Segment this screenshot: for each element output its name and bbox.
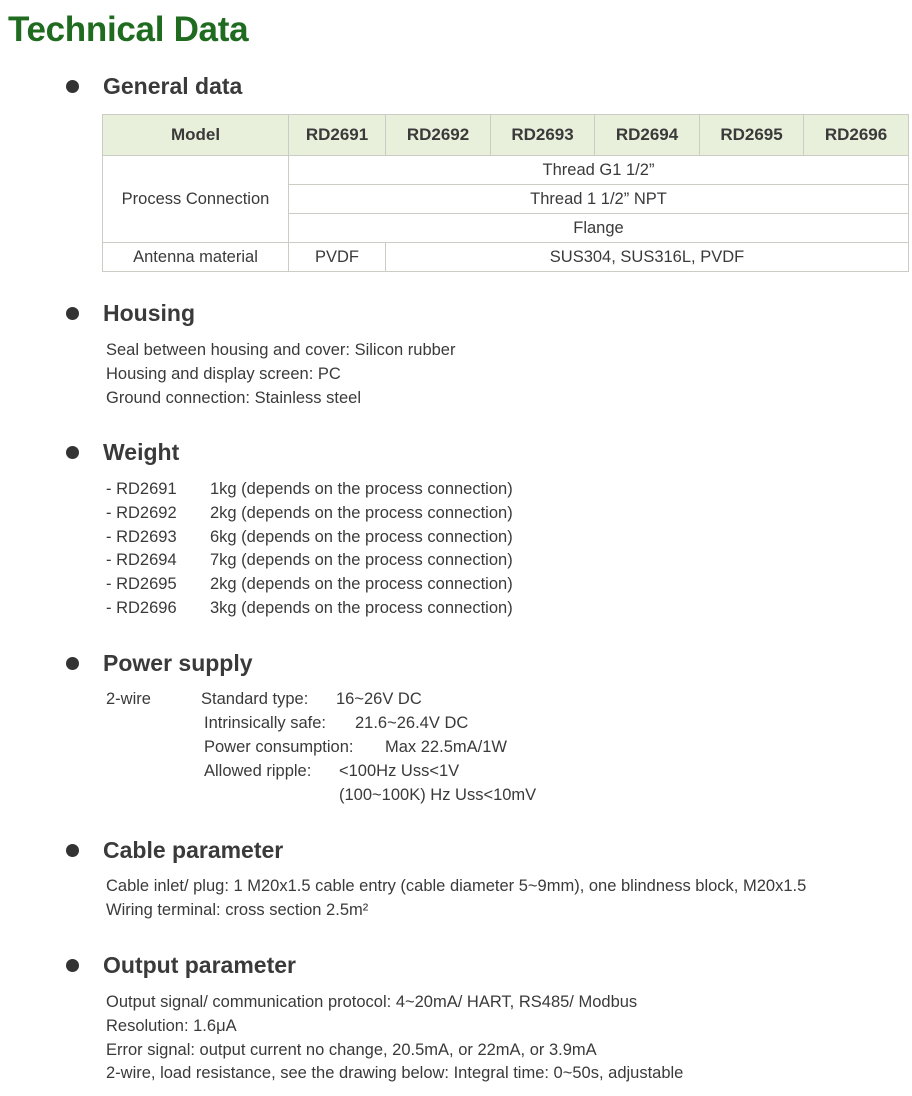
table-cell: Flange [288,213,909,243]
table-cell: Thread G1 1/2” [288,155,909,185]
weight-model: - RD2695 [106,575,177,594]
power-row: (100~100K) Hz Uss<10mV [106,784,706,808]
bullet-icon [66,446,79,459]
cable-line: Cable inlet/ plug: 1 M20x1.5 cable entry… [106,877,807,895]
header-model-cell: RD2691 [288,114,386,156]
cable-line: Wiring terminal: cross section 2.5m² [106,900,369,919]
list-item: - RD2694 7kg (depends on the process conn… [106,549,706,573]
section-title: General data [103,73,243,99]
power-row: Allowed ripple: <100Hz Uss<1V [106,760,706,784]
wire-type: 2-wire [106,690,151,708]
weight-model: - RD2694 [106,551,177,570]
weight-model: - RD2696 [106,598,177,617]
weight-list: - RD2691 1kg (depends on the process conn… [106,478,706,621]
power-row: Intrinsically safe: 21.6~26.4V DC [106,712,706,736]
process-connection-label: Process Connection [102,155,289,243]
consumption-value: Max 22.5mA/1W [385,738,507,756]
ripple-label: Allowed ripple: [204,762,312,780]
output-line: Resolution: 1.6μA [106,1016,237,1035]
table-row: Antenna material PVDF SUS304, SUS316L, P… [102,242,909,272]
intrinsic-label: Intrinsically safe: [204,714,326,732]
header-model-cell: RD2693 [490,114,595,156]
table-cell: SUS304, SUS316L, PVDF [385,242,909,272]
weight-value: 6kg (depends on the process connection) [210,527,513,546]
general-data-table: Model RD2691 RD2692 RD2693 RD2694 RD2695… [102,114,909,272]
header-model: Model [102,114,289,156]
header-model-cell: RD2692 [385,114,491,156]
list-item: - RD2696 3kg (depends on the process conn… [106,597,706,621]
table-header-row: Model RD2691 RD2692 RD2693 RD2694 RD2695… [102,114,909,156]
power-row: 2-wire Standard type: 16~26V DC [106,688,706,712]
standard-type-value: 16~26V DC [336,690,422,708]
ripple-value: (100~100K) Hz Uss<10mV [339,786,537,804]
bullet-icon [66,959,79,972]
ripple-value: <100Hz Uss<1V [339,762,460,780]
power-row: Power consumption: Max 22.5mA/1W [106,736,706,760]
header-model-cell: RD2695 [699,114,804,156]
housing-details: Seal between housing and cover: Silicon … [106,339,455,410]
weight-value: 7kg (depends on the process connection) [210,551,513,570]
header-model-cell: RD2696 [803,114,909,156]
table-cell: Thread 1 1/2” NPT [288,184,909,214]
bullet-icon [66,80,79,93]
weight-model: - RD2692 [106,503,177,522]
section-title: Housing [103,300,195,326]
weight-model: - RD2691 [106,480,177,498]
housing-line: Seal between housing and cover: Silicon … [106,341,456,359]
cable-details: Cable inlet/ plug: 1 M20x1.5 cable entry… [106,875,806,923]
output-line: Error signal: output current no change, … [106,1040,597,1059]
table-row: Process Connection Thread G1 1/2” [102,155,909,243]
section-title: Weight [103,439,180,465]
weight-value: 3kg (depends on the process connection) [210,598,513,617]
bullet-icon [66,307,79,320]
housing-line: Housing and display screen: PC [106,364,341,383]
output-line: Output signal/ communication protocol: 4… [106,993,638,1011]
antenna-material-label: Antenna material [102,242,289,272]
section-title: Output parameter [103,952,296,978]
intrinsic-value: 21.6~26.4V DC [355,714,469,732]
housing-line: Ground connection: Stainless steel [106,388,361,407]
bullet-icon [66,844,79,857]
power-details: 2-wire Standard type: 16~26V DC Intrinsi… [106,688,706,808]
list-item: - RD2691 1kg (depends on the process conn… [106,478,706,502]
list-item: - RD2693 6kg (depends on the process conn… [106,526,706,550]
page-title: Technical Data [8,10,249,49]
list-item: - RD2695 2kg (depends on the process conn… [106,573,706,597]
consumption-label: Power consumption: [204,738,354,756]
section-title: Power supply [103,650,253,676]
output-details: Output signal/ communication protocol: 4… [106,991,683,1086]
table-cell: PVDF [288,242,386,272]
list-item: - RD2692 2kg (depends on the process conn… [106,502,706,526]
bullet-icon [66,657,79,670]
header-model-cell: RD2694 [594,114,700,156]
weight-value: 2kg (depends on the process connection) [210,503,513,522]
weight-model: - RD2693 [106,527,177,546]
weight-value: 2kg (depends on the process connection) [210,575,513,594]
section-title: Cable parameter [103,837,284,863]
weight-value: 1kg (depends on the process connection) [210,480,513,498]
standard-type-label: Standard type: [201,690,309,708]
output-line: 2-wire, load resistance, see the drawing… [106,1064,684,1083]
